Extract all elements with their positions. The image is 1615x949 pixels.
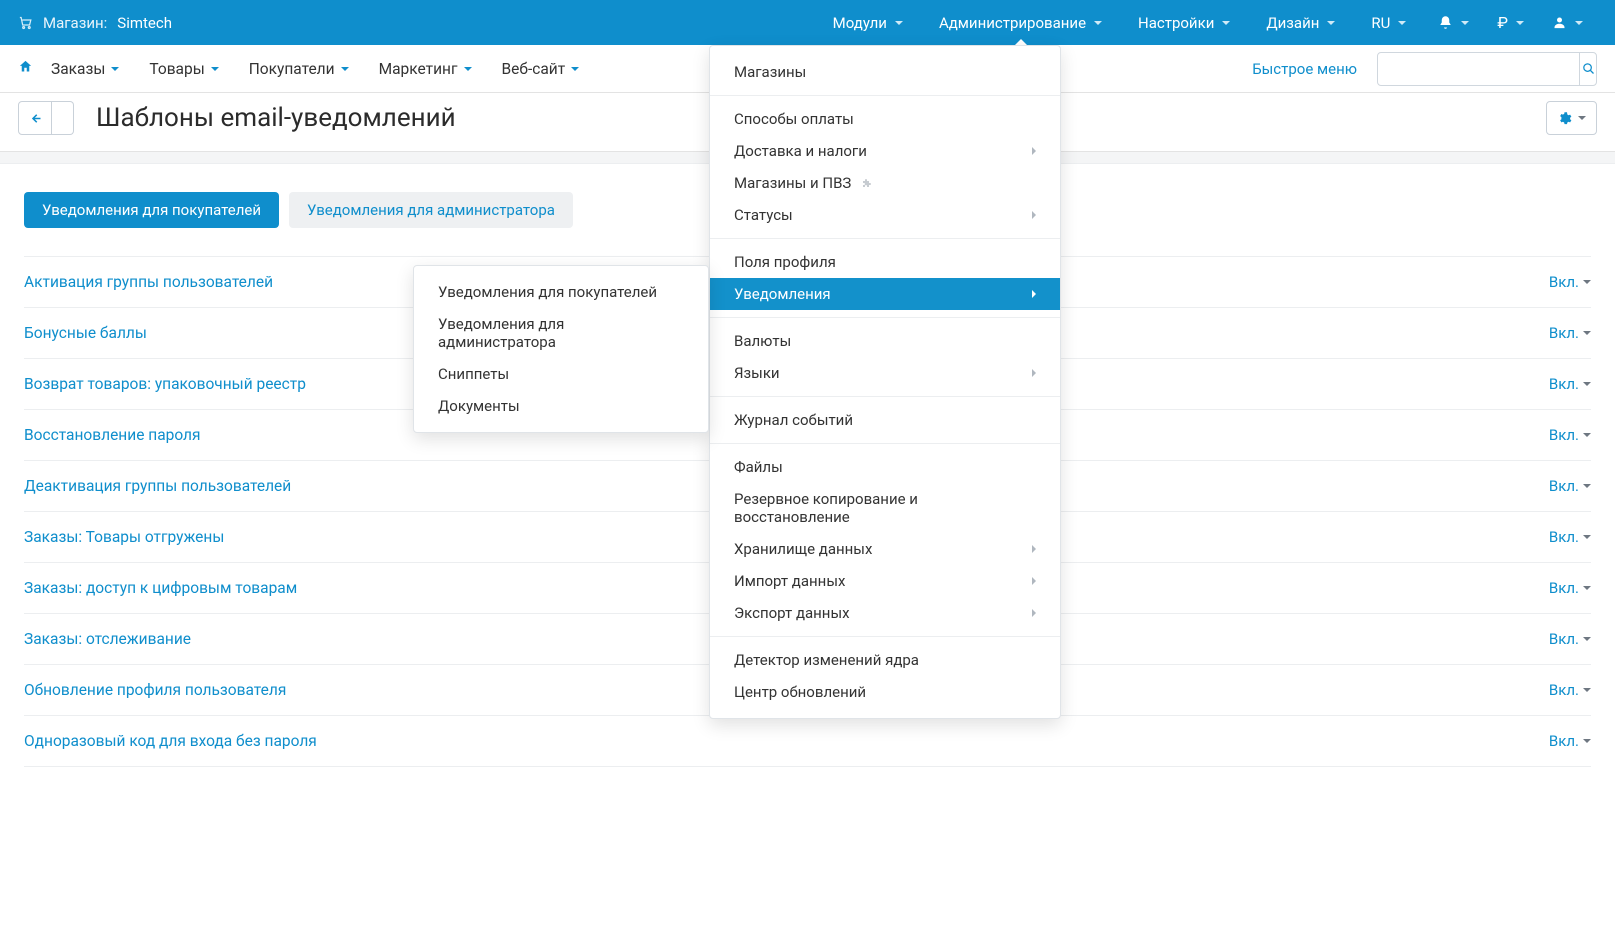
dd-notifications[interactable]: Уведомления [710,278,1060,310]
dd-currencies[interactable]: Валюты [710,325,1060,357]
status-toggle[interactable]: Вкл. [1549,324,1591,342]
dd-payments[interactable]: Способы оплаты [710,103,1060,135]
admin-dropdown: Магазины Способы оплаты Доставка и налог… [709,45,1061,719]
status-label: Вкл. [1549,324,1579,342]
home-button[interactable] [18,59,51,78]
tab-customer-notifications[interactable]: Уведомления для покупателей [24,192,279,228]
status-toggle[interactable]: Вкл. [1549,579,1591,597]
status-toggle[interactable]: Вкл. [1549,375,1591,393]
sub-admin-notifications[interactable]: Уведомления для администратора [414,308,708,358]
topnav-language[interactable]: RU [1353,0,1424,45]
notification-title[interactable]: Заказы: Товары отгружены [24,528,224,546]
status-label: Вкл. [1549,273,1579,291]
back-dropdown[interactable] [52,101,74,135]
search-input[interactable] [1378,61,1579,77]
status-toggle[interactable]: Вкл. [1549,681,1591,699]
dd-export[interactable]: Экспорт данных [710,597,1060,629]
page-title: Шаблоны email-уведомлений [96,103,456,133]
status-toggle[interactable]: Вкл. [1549,426,1591,444]
settings-button[interactable] [1546,101,1597,135]
topnav-admin[interactable]: Администрирование [921,0,1120,45]
status-label: Вкл. [1549,681,1579,699]
nav-website[interactable]: Веб-сайт [502,60,580,78]
sub-cust-notifications[interactable]: Уведомления для покупателей [414,276,708,308]
tab-admin-notifications[interactable]: Уведомления для администратора [289,192,573,228]
dd-profile-fields[interactable]: Поля профиля [710,246,1060,278]
notification-title[interactable]: Обновление профиля пользователя [24,681,286,699]
home-icon [18,59,33,74]
topnav-design[interactable]: Дизайн [1248,0,1353,45]
nav-marketing[interactable]: Маркетинг [379,60,472,78]
dd-files[interactable]: Файлы [710,451,1060,483]
status-toggle[interactable]: Вкл. [1549,732,1591,750]
notification-title[interactable]: Бонусные баллы [24,324,147,342]
back-button-group [18,101,74,135]
topnav-settings[interactable]: Настройки [1120,0,1248,45]
quick-menu-link[interactable]: Быстрое меню [1252,60,1357,78]
topnav: Модули Администрирование Настройки Дизай… [815,0,1597,45]
dd-stores-pvz[interactable]: Магазины и ПВЗ [710,167,1060,199]
dd-stores[interactable]: Магазины [710,56,1060,88]
dd-backup[interactable]: Резервное копирование и восстановление [710,483,1060,533]
status-label: Вкл. [1549,732,1579,750]
store-name: Simtech [117,14,172,32]
search-icon [1581,61,1596,76]
gear-icon [1557,111,1572,126]
dd-updates[interactable]: Центр обновлений [710,676,1060,708]
search-box [1377,52,1597,86]
bell-icon [1438,15,1453,30]
topbar: Магазин: Simtech Модули Администрировани… [0,0,1615,45]
back-button[interactable] [18,101,52,135]
cart-icon [18,15,33,30]
status-label: Вкл. [1549,528,1579,546]
dd-core-detector[interactable]: Детектор изменений ядра [710,644,1060,676]
status-toggle[interactable]: Вкл. [1549,273,1591,291]
sub-documents[interactable]: Документы [414,390,708,422]
status-label: Вкл. [1549,579,1579,597]
arrow-left-icon [28,111,43,126]
notification-title[interactable]: Активация группы пользователей [24,273,273,291]
dd-log[interactable]: Журнал событий [710,404,1060,436]
notification-title[interactable]: Заказы: отслеживание [24,630,191,648]
nav-customers[interactable]: Покупатели [249,60,349,78]
puzzle-icon [861,178,873,190]
notification-title[interactable]: Возврат товаров: упаковочный реестр [24,375,306,393]
status-label: Вкл. [1549,630,1579,648]
status-toggle[interactable]: Вкл. [1549,630,1591,648]
main-nav: Заказы Товары Покупатели Маркетинг Веб-с… [51,60,579,78]
notification-title[interactable]: Деактивация группы пользователей [24,477,291,495]
search-button[interactable] [1579,53,1596,85]
topnav-notifications[interactable] [1424,0,1483,45]
notification-title[interactable]: Восстановление пароля [24,426,201,444]
notification-title[interactable]: Одноразовый код для входа без пароля [24,732,317,750]
dd-languages[interactable]: Языки [710,357,1060,389]
notifications-submenu: Уведомления для покупателей Уведомления … [413,265,709,433]
store-prefix: Магазин: [43,14,107,32]
store-selector[interactable]: Магазин: Simtech [18,14,172,32]
status-label: Вкл. [1549,375,1579,393]
notification-row: Одноразовый код для входа без пароля Вкл. [24,716,1591,767]
status-label: Вкл. [1549,477,1579,495]
user-icon [1552,15,1567,30]
sub-snippets[interactable]: Сниппеты [414,358,708,390]
topnav-currency[interactable]: ₽ [1483,0,1538,45]
status-label: Вкл. [1549,426,1579,444]
dd-import[interactable]: Импорт данных [710,565,1060,597]
dd-shipping[interactable]: Доставка и налоги [710,135,1060,167]
notification-title[interactable]: Заказы: доступ к цифровым товарам [24,579,297,597]
status-toggle[interactable]: Вкл. [1549,528,1591,546]
nav-products[interactable]: Товары [149,60,218,78]
topnav-user[interactable] [1538,0,1597,45]
dd-statuses[interactable]: Статусы [710,199,1060,231]
status-toggle[interactable]: Вкл. [1549,477,1591,495]
nav-orders[interactable]: Заказы [51,60,119,78]
dd-storage[interactable]: Хранилище данных [710,533,1060,565]
topnav-modules[interactable]: Модули [815,0,921,45]
